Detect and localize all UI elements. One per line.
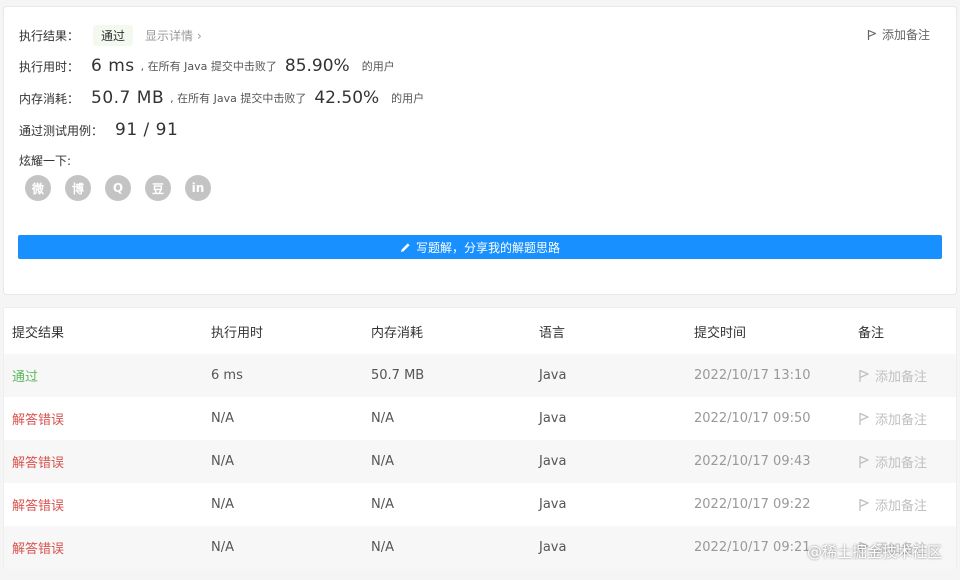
qq-icon[interactable]: Q <box>105 175 131 201</box>
memory-cell: N/A <box>371 454 394 469</box>
submissions-table: 提交结果 执行用时 内存消耗 语言 提交时间 备注 通过 6 ms 50.7 MB J… <box>3 307 957 569</box>
status-badge: 通过 <box>93 25 134 46</box>
add-note-label: 添加备注 <box>881 28 930 42</box>
language-cell: Java <box>539 368 567 383</box>
memory-cell: N/A <box>371 411 394 426</box>
add-note-button[interactable]: 添加备注 <box>858 440 927 483</box>
submission-status-link[interactable]: 解答错误 <box>12 397 64 440</box>
table-row: 解答错误 N/A N/A Java 2022/10/17 09:43 添加备注 <box>4 440 956 483</box>
language-cell: Java <box>539 540 567 555</box>
submit-time-cell: 2022/10/17 09:50 <box>694 411 811 426</box>
header-memory: 内存消耗 <box>371 325 424 341</box>
runtime-suffix: 的用户 <box>361 60 395 73</box>
watermark: @稀土掘金技术社区 <box>806 543 942 561</box>
submission-status-link[interactable]: 解答错误 <box>12 483 64 526</box>
share-row: 炫耀一下: <box>19 152 71 169</box>
linkedin-icon[interactable]: in <box>185 175 211 201</box>
share-label: 炫耀一下: <box>19 154 72 168</box>
douban-icon[interactable]: 豆 <box>145 175 171 201</box>
flag-icon <box>859 455 869 468</box>
submit-time-cell: 2022/10/17 09:43 <box>694 454 811 469</box>
memory-cell: 50.7 MB <box>371 368 425 383</box>
testcases-label: 通过测试用例： <box>19 123 104 138</box>
header-language: 语言 <box>539 325 566 341</box>
memory-value: 50.7 MB <box>91 88 165 108</box>
weibo-icon[interactable]: 博 <box>65 175 91 201</box>
wechat-icon[interactable]: 微 <box>25 175 51 201</box>
add-note-button[interactable]: 添加备注 <box>858 354 927 397</box>
add-note-button[interactable]: 添加备注 <box>858 397 927 440</box>
table-row: 通过 6 ms 50.7 MB Java 2022/10/17 13:10 添加备注 <box>4 354 956 397</box>
header-time: 提交时间 <box>694 325 747 341</box>
add-note-label: 添加备注 <box>875 413 928 428</box>
add-note-button[interactable]: 添加备注 <box>867 26 930 43</box>
submission-status-link[interactable]: 解答错误 <box>12 440 64 483</box>
runtime-label: 执行用时： <box>19 59 80 74</box>
status-row: 执行结果： 通过 显示详情 › <box>19 25 202 46</box>
runtime-cell: N/A <box>211 497 234 512</box>
pencil-icon <box>400 242 410 252</box>
runtime-cell: N/A <box>211 454 234 469</box>
submission-status-link[interactable]: 解答错误 <box>12 526 64 569</box>
runtime-percent: 85.90% <box>284 56 350 76</box>
status-label: 执行结果： <box>19 29 80 43</box>
submission-result-card: 执行结果： 通过 显示详情 › 添加备注 执行用时： 6 ms , 在所有 Jav… <box>3 6 957 295</box>
runtime-cell: N/A <box>211 540 234 555</box>
write-solution-label: 写题解，分享我的解题思路 <box>415 240 560 255</box>
memory-percent: 42.50% <box>314 88 380 108</box>
table-body: 通过 6 ms 50.7 MB Java 2022/10/17 13:10 添加备注 解答错… <box>4 354 956 569</box>
table-header: 提交结果 执行用时 内存消耗 语言 提交时间 备注 <box>4 308 956 354</box>
language-cell: Java <box>539 454 567 469</box>
runtime-cell: N/A <box>211 411 234 426</box>
runtime-value: 6 ms <box>91 56 135 76</box>
share-icons: 微博 Q 豆 in <box>25 175 225 201</box>
show-details-link[interactable]: 显示详情 › <box>145 27 202 44</box>
submit-time-cell: 2022/10/17 09:22 <box>694 497 811 512</box>
chevron-right-icon: › <box>197 29 202 43</box>
language-cell: Java <box>539 497 567 512</box>
add-note-button[interactable]: 添加备注 <box>858 483 927 526</box>
table-row: 解答错误 N/A N/A Java 2022/10/17 09:50 添加备注 <box>4 397 956 440</box>
show-details-label: 显示详情 <box>145 29 194 43</box>
flag-icon <box>867 29 877 40</box>
runtime-comparison-text: , 在所有 Java 提交中击败了 <box>140 60 277 73</box>
memory-label: 内存消耗： <box>19 91 80 106</box>
memory-row: 内存消耗： 50.7 MB , 在所有 Java 提交中击败了 42.50% 的… <box>19 88 424 108</box>
memory-cell: N/A <box>371 540 394 555</box>
submit-time-cell: 2022/10/17 13:10 <box>694 368 811 383</box>
flag-icon <box>859 498 869 511</box>
runtime-cell: 6 ms <box>211 368 243 383</box>
submission-status-link[interactable]: 通过 <box>12 354 38 397</box>
flag-icon <box>859 369 869 382</box>
add-note-label: 添加备注 <box>875 370 928 385</box>
write-solution-button[interactable]: 写题解，分享我的解题思路 <box>18 235 942 259</box>
add-note-label: 添加备注 <box>875 456 928 471</box>
header-note: 备注 <box>858 325 885 341</box>
language-cell: Java <box>539 411 567 426</box>
add-note-label: 添加备注 <box>875 499 928 514</box>
table-row: 解答错误 N/A N/A Java 2022/10/17 09:22 添加备注 <box>4 483 956 526</box>
header-status: 提交结果 <box>12 325 65 341</box>
runtime-row: 执行用时： 6 ms , 在所有 Java 提交中击败了 85.90% 的用户 <box>19 56 395 76</box>
flag-icon <box>859 412 869 425</box>
testcases-row: 通过测试用例： 91 / 91 <box>19 120 178 140</box>
header-runtime: 执行用时 <box>211 325 264 341</box>
memory-cell: N/A <box>371 497 394 512</box>
memory-suffix: 的用户 <box>391 92 425 105</box>
testcases-value: 91 / 91 <box>115 120 179 140</box>
submit-time-cell: 2022/10/17 09:21 <box>694 540 811 555</box>
memory-comparison-text: , 在所有 Java 提交中击败了 <box>170 92 307 105</box>
